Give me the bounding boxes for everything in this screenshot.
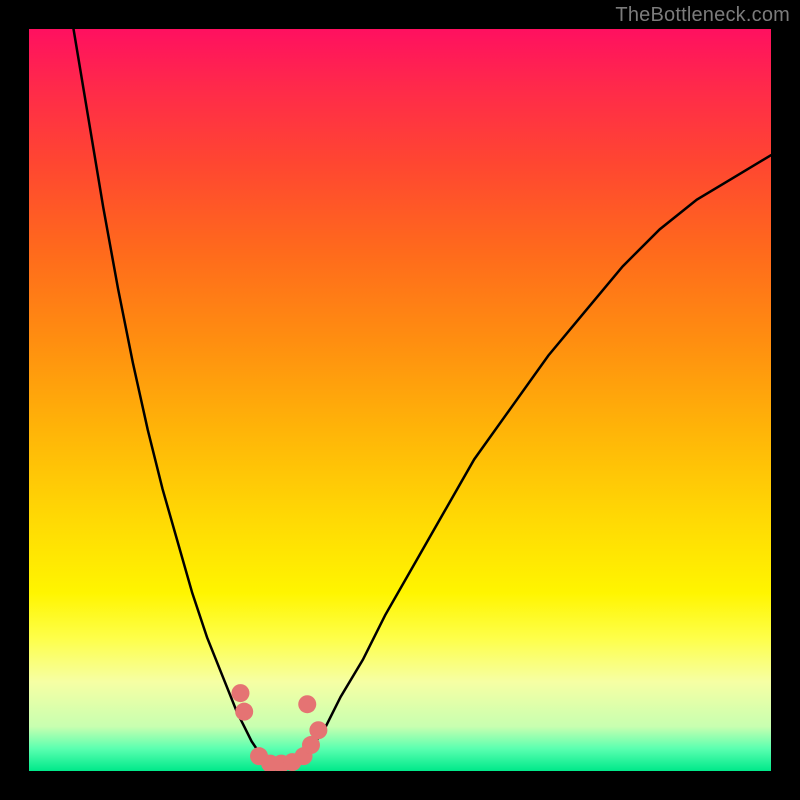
data-marker [298, 695, 316, 713]
watermark-text: TheBottleneck.com [615, 4, 790, 27]
curve-right-branch [296, 155, 771, 763]
data-marker [235, 703, 253, 721]
data-marker [309, 721, 327, 739]
chart-frame: TheBottleneck.com [0, 0, 800, 800]
data-marker [231, 684, 249, 702]
curve-left-branch [74, 29, 267, 764]
plot-svg-layer [29, 29, 771, 771]
plot-area [29, 29, 771, 771]
